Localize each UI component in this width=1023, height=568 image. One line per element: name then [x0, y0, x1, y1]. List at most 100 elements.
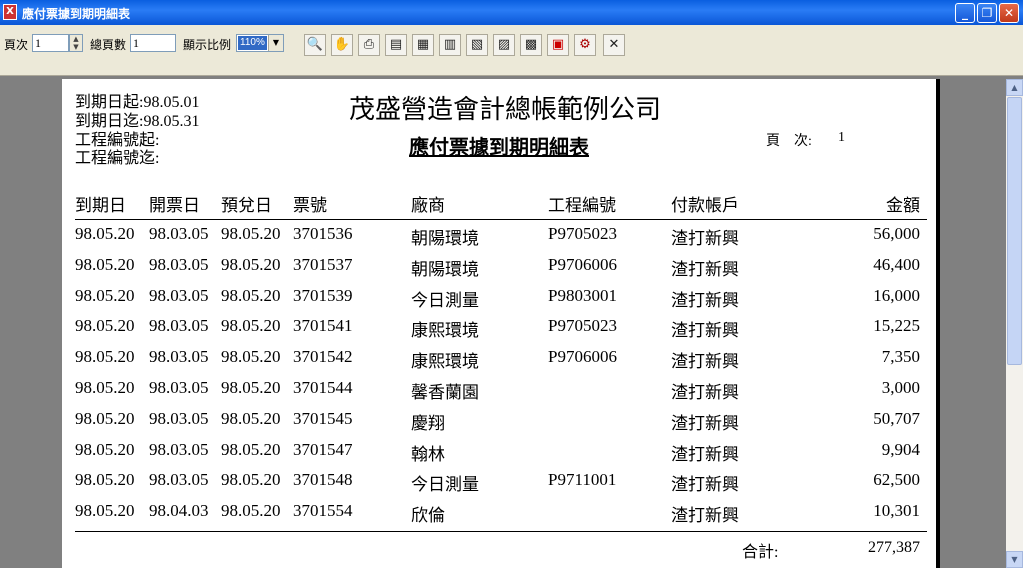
cell-pay-account: 渣打新興: [671, 260, 739, 279]
document-icon[interactable]: ▤: [385, 34, 407, 56]
cell-pay-account: 渣打新興: [671, 291, 739, 310]
hand-pan-icon[interactable]: ✋: [331, 34, 353, 56]
cell-vendor: 翰林: [411, 445, 445, 464]
cell-issue-date: 98.03.05: [149, 470, 209, 489]
cell-redeem-date: 98.05.20: [221, 255, 281, 274]
export-pdf-icon[interactable]: ▣: [547, 34, 569, 56]
col-header-pay-account: 付款帳戶: [671, 196, 739, 215]
settings-icon[interactable]: ⚙: [574, 34, 596, 56]
cell-due-date: 98.05.20: [75, 316, 135, 335]
cell-amount: 56,000: [873, 224, 920, 243]
scroll-down-arrow-icon[interactable]: ▼: [1006, 551, 1023, 568]
cell-vendor: 朝陽環境: [411, 229, 479, 248]
report-title: 應付票據到期明細表: [409, 137, 589, 159]
cell-check-no: 3701547: [293, 440, 353, 459]
cell-issue-date: 98.03.05: [149, 224, 209, 243]
cell-project-no: P9706006: [548, 255, 617, 274]
app-icon: X: [3, 4, 17, 20]
cell-redeem-date: 98.05.20: [221, 440, 281, 459]
project-no-to: 工程編號迄:: [75, 150, 160, 167]
cell-amount: 15,225: [873, 316, 920, 335]
title-bar: X 應付票據到期明細表 _ ❐ ✕: [0, 0, 1023, 25]
total-value: 277,387: [868, 539, 920, 556]
cell-pay-account: 渣打新興: [671, 383, 739, 402]
export-copy-icon[interactable]: ▨: [493, 34, 515, 56]
cell-pay-account: 渣打新興: [671, 506, 739, 525]
header-divider: [75, 219, 927, 220]
cell-issue-date: 98.03.05: [149, 440, 209, 459]
page-shadow: [936, 79, 940, 568]
cell-redeem-date: 98.05.20: [221, 470, 281, 489]
cell-redeem-date: 98.05.20: [221, 224, 281, 243]
cell-redeem-date: 98.05.20: [221, 409, 281, 428]
cell-due-date: 98.05.20: [75, 255, 135, 274]
col-header-amount: 金額: [886, 196, 920, 215]
col-header-project-no: 工程編號: [548, 196, 616, 215]
page-spinner[interactable]: ▲ ▼: [69, 34, 83, 52]
zoom-select[interactable]: 110% ▼: [236, 34, 284, 52]
cell-vendor: 朝陽環境: [411, 260, 479, 279]
export-icon[interactable]: ▥: [439, 34, 461, 56]
cell-project-no: P9803001: [548, 286, 617, 305]
cell-vendor: 欣倫: [411, 506, 445, 525]
cell-check-no: 3701541: [293, 316, 353, 335]
cell-project-no: P9711001: [548, 470, 617, 489]
page-input[interactable]: 1: [32, 34, 69, 52]
cell-vendor: 康熙環境: [411, 352, 479, 371]
toolbar: 頁次 1 ▲ ▼ 總頁數 1 顯示比例 110% ▼ 🔍 ✋ ⎙ ▤ ▦ ▥ ▧ …: [0, 25, 1023, 76]
cell-due-date: 98.05.20: [75, 347, 135, 366]
cell-amount: 10,301: [873, 501, 920, 520]
total-pages-field: 1: [130, 34, 176, 52]
zoom-icon[interactable]: 🔍: [304, 34, 326, 56]
cell-redeem-date: 98.05.20: [221, 286, 281, 305]
cell-check-no: 3701544: [293, 378, 353, 397]
col-header-vendor: 廠商: [411, 196, 445, 215]
page-number-value: 1: [838, 130, 845, 145]
cell-amount: 16,000: [873, 286, 920, 305]
print-icon[interactable]: ⎙: [358, 34, 380, 56]
page-number-label: 頁 次:: [766, 134, 812, 149]
export-word-icon[interactable]: ▧: [466, 34, 488, 56]
export-book-icon[interactable]: ▩: [520, 34, 542, 56]
close-window-button[interactable]: ✕: [999, 3, 1019, 23]
cell-vendor: 康熙環境: [411, 321, 479, 340]
cell-vendor: 馨香蘭園: [411, 383, 479, 402]
cell-due-date: 98.05.20: [75, 224, 135, 243]
col-header-due-date: 到期日: [75, 196, 126, 215]
cell-issue-date: 98.03.05: [149, 347, 209, 366]
col-header-check-no: 票號: [293, 196, 327, 215]
vertical-scrollbar[interactable]: ▲ ▼: [1006, 79, 1023, 568]
cell-vendor: 今日測量: [411, 475, 479, 494]
close-icon[interactable]: ✕: [603, 34, 625, 56]
chevron-down-icon[interactable]: ▼: [268, 35, 283, 51]
cell-due-date: 98.05.20: [75, 286, 135, 305]
cell-check-no: 3701539: [293, 286, 353, 305]
cell-due-date: 98.05.20: [75, 501, 135, 520]
cell-redeem-date: 98.05.20: [221, 501, 281, 520]
cell-project-no: P9705023: [548, 316, 617, 335]
cell-pay-account: 渣打新興: [671, 352, 739, 371]
minimize-button[interactable]: _: [955, 3, 975, 23]
cell-due-date: 98.05.20: [75, 470, 135, 489]
col-header-issue-date: 開票日: [149, 196, 200, 215]
scroll-up-arrow-icon[interactable]: ▲: [1006, 79, 1023, 96]
cell-pay-account: 渣打新興: [671, 229, 739, 248]
cell-due-date: 98.05.20: [75, 440, 135, 459]
cell-vendor: 今日測量: [411, 291, 479, 310]
cell-amount: 9,904: [881, 440, 920, 459]
cell-pay-account: 渣打新興: [671, 475, 739, 494]
cell-check-no: 3701542: [293, 347, 353, 366]
cell-pay-account: 渣打新興: [671, 414, 739, 433]
cell-check-no: 3701537: [293, 255, 353, 274]
cell-due-date: 98.05.20: [75, 378, 135, 397]
cell-amount: 3,000: [881, 378, 920, 397]
cell-project-no: P9706006: [548, 347, 617, 366]
cell-issue-date: 98.03.05: [149, 286, 209, 305]
cell-project-no: P9705023: [548, 224, 617, 243]
maximize-button[interactable]: ❐: [977, 3, 997, 23]
scroll-thumb[interactable]: [1007, 97, 1022, 365]
cell-redeem-date: 98.05.20: [221, 378, 281, 397]
cell-check-no: 3701554: [293, 501, 353, 520]
cell-vendor: 慶翔: [411, 414, 445, 433]
export-excel-icon[interactable]: ▦: [412, 34, 434, 56]
